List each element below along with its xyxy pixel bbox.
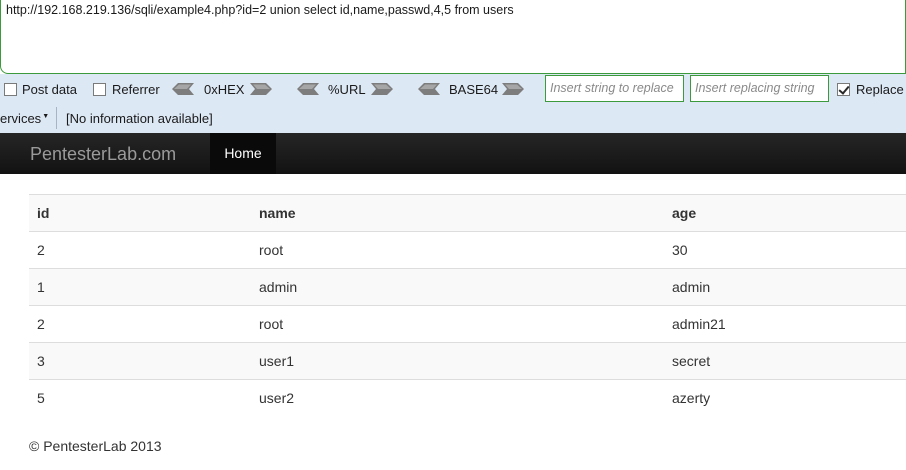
cell-id: 2 xyxy=(29,305,251,343)
table-row: 5 user2 azerty xyxy=(29,379,906,417)
results-table: id name age 2 root 30 1 admin admin 2 ro… xyxy=(29,194,906,417)
table-row: 3 user1 secret xyxy=(29,342,906,380)
services-menu[interactable]: ervices▼ xyxy=(0,111,49,126)
base64-decode-arrow-icon[interactable] xyxy=(418,83,440,95)
table-row: 1 admin admin xyxy=(29,268,906,306)
url-label: %URL xyxy=(328,82,366,97)
cell-age: admin xyxy=(664,268,906,306)
cell-age: azerty xyxy=(664,379,906,417)
cell-name: user2 xyxy=(251,379,664,417)
hackbar-url-text: http://192.168.219.136/sqli/example4.php… xyxy=(6,3,514,17)
insert-string-field[interactable]: Insert string to replace xyxy=(545,75,684,102)
hex-encode-arrow-icon[interactable] xyxy=(250,83,272,95)
table-header-row: id name age xyxy=(29,194,906,232)
insert-replacing-field[interactable]: Insert replacing string xyxy=(690,75,829,102)
cell-name: admin xyxy=(251,268,664,306)
hackbar-url-textarea[interactable]: http://192.168.219.136/sqli/example4.php… xyxy=(0,0,906,74)
chevron-down-icon: ▼ xyxy=(42,113,50,120)
column-header-age: age xyxy=(664,194,906,232)
cell-age: secret xyxy=(664,342,906,380)
cell-age: admin21 xyxy=(664,305,906,343)
page-footer: © PentesterLab 2013 xyxy=(29,438,162,454)
base64-label: BASE64 xyxy=(449,82,499,97)
services-label: ervices xyxy=(0,111,42,126)
hex-decode-arrow-icon[interactable] xyxy=(172,83,194,95)
cell-name: root xyxy=(251,231,664,269)
url-encode-arrow-icon[interactable] xyxy=(371,83,393,95)
hackbar-toolbar: Post data Referrer 0xHEX %URL BASE64 Ins… xyxy=(0,74,906,105)
base64-encode-arrow-icon[interactable] xyxy=(502,83,524,95)
replace-checkbox[interactable] xyxy=(837,83,850,96)
cell-id: 3 xyxy=(29,342,251,380)
column-header-name: name xyxy=(251,194,664,232)
post-data-checkbox[interactable] xyxy=(4,83,17,96)
site-navbar: PentesterLab.com Home xyxy=(0,133,906,174)
cell-id: 5 xyxy=(29,379,251,417)
replace-label[interactable]: Replace xyxy=(856,82,904,97)
url-decode-arrow-icon[interactable] xyxy=(297,83,319,95)
cell-name: user1 xyxy=(251,342,664,380)
toolbar-divider xyxy=(56,107,57,129)
nav-home-link[interactable]: Home xyxy=(210,133,276,174)
cell-id: 2 xyxy=(29,231,251,269)
cell-age: 30 xyxy=(664,231,906,269)
column-header-id: id xyxy=(29,194,251,232)
cell-id: 1 xyxy=(29,268,251,306)
hex-label: 0xHEX xyxy=(204,82,245,97)
post-data-label[interactable]: Post data xyxy=(22,82,77,97)
referrer-checkbox[interactable] xyxy=(93,83,106,96)
table-row: 2 root 30 xyxy=(29,231,906,269)
brand-link[interactable]: PentesterLab.com xyxy=(30,144,176,165)
referrer-label[interactable]: Referrer xyxy=(112,82,160,97)
cell-name: root xyxy=(251,305,664,343)
info-status-text: [No information available] xyxy=(66,111,213,126)
table-row: 2 root admin21 xyxy=(29,305,906,343)
